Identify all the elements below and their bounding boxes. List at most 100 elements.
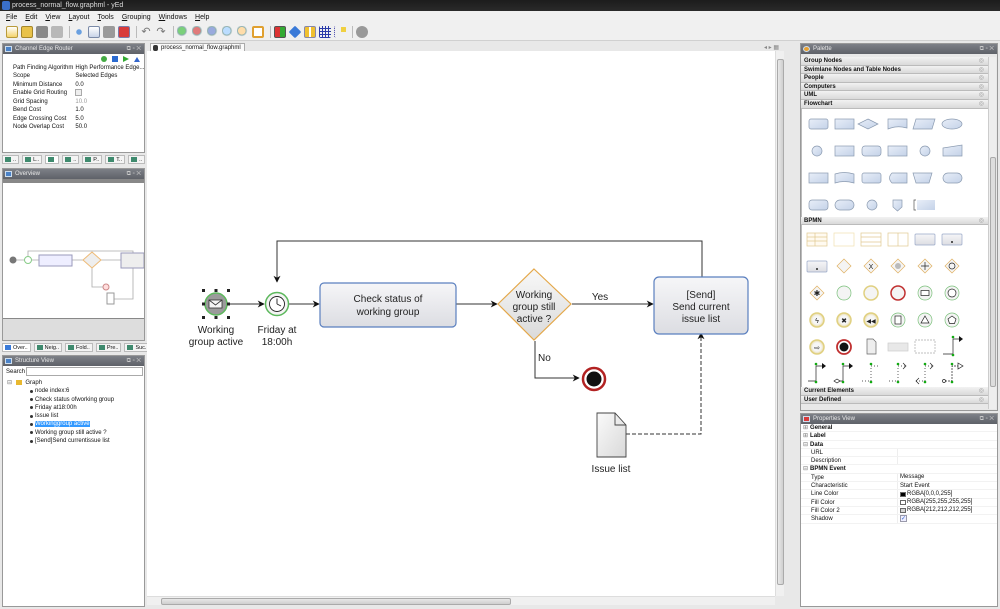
- palette-shape[interactable]: [889, 172, 908, 183]
- palette-shape[interactable]: [887, 118, 908, 130]
- vertical-scroll-thumb[interactable]: [777, 59, 784, 585]
- tool-tab-active[interactable]: [45, 155, 60, 164]
- tree-item[interactable]: [Send]Send currentissue list: [3, 437, 144, 445]
- tree-item[interactable]: Check status ofworking group: [3, 396, 144, 404]
- palette-section-flowchart[interactable]: Flowchart: [801, 99, 989, 109]
- overview-minimap[interactable]: [3, 183, 144, 318]
- palette-section-user-defined[interactable]: User Defined: [801, 395, 989, 405]
- panel-controls[interactable]: ⧉ ▫ ✕: [980, 414, 994, 424]
- palette-bpmn-bidirected-association[interactable]: [915, 362, 934, 385]
- zoom-in-icon[interactable]: [177, 25, 189, 38]
- zoom-out-icon[interactable]: [192, 25, 204, 38]
- open-folder-icon[interactable]: [21, 25, 33, 38]
- tool-tab[interactable]: T..: [105, 155, 126, 164]
- palette-bpmn-group[interactable]: [914, 339, 936, 354]
- menu-edit[interactable]: Edit: [25, 14, 37, 21]
- undo-icon[interactable]: ↶: [140, 26, 152, 38]
- palette-bpmn-columns[interactable]: [887, 232, 909, 247]
- palette-bpmn-directed-association[interactable]: [889, 362, 907, 384]
- palette-bpmn-message-event[interactable]: [917, 285, 933, 301]
- palette-bpmn-cancel-event[interactable]: ✖: [836, 312, 852, 328]
- grid-routing-checkbox[interactable]: [75, 88, 83, 96]
- tool-tab[interactable]: ..: [2, 155, 20, 164]
- palette-shape[interactable]: [941, 118, 963, 129]
- panel-controls[interactable]: ⧉ ▫ ✕: [127, 44, 141, 54]
- palette-shape[interactable]: [811, 145, 823, 156]
- redo-icon[interactable]: ↷: [155, 26, 167, 38]
- copy-icon[interactable]: [88, 25, 100, 38]
- horizontal-scroll-thumb[interactable]: [161, 598, 511, 605]
- tree-item[interactable]: Issue list: [3, 412, 144, 420]
- palette-bpmn-pool-table[interactable]: [806, 232, 828, 247]
- palette-bpmn-link-event[interactable]: ⇨: [809, 339, 825, 355]
- zoom-icon[interactable]: [222, 25, 234, 38]
- tree-item[interactable]: node index:6: [3, 387, 144, 395]
- tab-nav-controls[interactable]: ◂ ▸ ▦: [764, 44, 779, 51]
- zoom-area-icon[interactable]: [237, 25, 249, 38]
- hub-icon[interactable]: [356, 25, 368, 38]
- help-icon[interactable]: [101, 56, 107, 62]
- edit-mode-icon[interactable]: [274, 25, 286, 38]
- palette-section-current-elements[interactable]: Current Elements: [801, 387, 989, 396]
- paste-icon[interactable]: [103, 25, 115, 38]
- palette-bpmn-event-gateway[interactable]: [944, 258, 960, 274]
- group-label[interactable]: Label: [801, 432, 826, 439]
- palette-shape[interactable]: [942, 172, 963, 183]
- palette-bpmn-multiple-event[interactable]: [944, 312, 960, 328]
- collapse-icon[interactable]: [134, 56, 140, 62]
- palette-bpmn-multiple-gateway[interactable]: ✱: [809, 285, 825, 301]
- menu-file[interactable]: File: [6, 14, 17, 21]
- palette-bpmn-compensation-event[interactable]: ◀◀: [863, 312, 879, 328]
- palette-shape[interactable]: [834, 171, 855, 184]
- tab-folding[interactable]: Fold..: [65, 343, 93, 352]
- palette-shape[interactable]: [834, 199, 855, 210]
- canvas-horizontal-scrollbar[interactable]: [147, 596, 775, 605]
- fill-color-field[interactable]: RGBA[255,255,255,255]: [897, 498, 997, 506]
- group-icon[interactable]: [288, 25, 302, 38]
- palette-bpmn-task[interactable]: [914, 233, 936, 246]
- tool-tab[interactable]: L..: [22, 155, 43, 164]
- group-data[interactable]: Data: [801, 441, 823, 448]
- tab-overview[interactable]: Over..: [2, 343, 31, 352]
- tree-item[interactable]: Working group still active ?: [3, 429, 144, 437]
- palette-bpmn-parallel-gateway[interactable]: [917, 258, 933, 274]
- palette-section-bpmn[interactable]: BPMN: [801, 216, 989, 226]
- palette-bpmn-gateway[interactable]: [836, 258, 852, 274]
- palette-bpmn-lanes[interactable]: [860, 232, 882, 247]
- palette-bpmn-complex-gateway[interactable]: [890, 258, 906, 274]
- cut-icon[interactable]: [73, 25, 85, 38]
- grid-icon[interactable]: [319, 25, 331, 38]
- palette-bpmn-data-object[interactable]: [866, 338, 877, 355]
- palette-shape[interactable]: [808, 172, 829, 183]
- save-icon[interactable]: [36, 25, 48, 38]
- palette-bpmn-collapsed-subprocess[interactable]: [806, 260, 828, 273]
- tab-predecessors[interactable]: Pre..: [95, 343, 122, 352]
- palette-bpmn-end-event[interactable]: [890, 285, 906, 301]
- palette-scroll-thumb[interactable]: [990, 157, 996, 387]
- palette-bpmn-pool[interactable]: [833, 232, 855, 247]
- canvas-vertical-scrollbar[interactable]: [775, 51, 784, 596]
- palette-bpmn-intermediate-event[interactable]: [863, 285, 879, 301]
- palette-shape[interactable]: [808, 199, 829, 210]
- menu-grouping[interactable]: Grouping: [122, 14, 151, 21]
- group-bpmn-event[interactable]: BPMN Event: [801, 465, 846, 472]
- palette-section-swimlane[interactable]: Swimlane Nodes and Table Nodes: [801, 65, 989, 75]
- tree-root[interactable]: ⊟ Graph: [3, 379, 144, 387]
- palette-section-uml[interactable]: UML: [801, 91, 989, 100]
- palette-shape[interactable]: [834, 118, 855, 129]
- palette-scrollbar[interactable]: [988, 57, 996, 409]
- palette-section-people[interactable]: People: [801, 74, 989, 83]
- panel-controls[interactable]: ⧉ ▫ ✕: [127, 169, 141, 179]
- palette-section-group-nodes[interactable]: Group Nodes: [801, 57, 989, 66]
- fill-color-2-field[interactable]: RGBA[212,212,212,255]: [897, 506, 997, 515]
- url-field[interactable]: [897, 448, 997, 457]
- palette-bpmn-message-flow[interactable]: [942, 362, 964, 384]
- print-icon[interactable]: [51, 25, 63, 38]
- snap-icon[interactable]: [334, 25, 346, 38]
- line-color-field[interactable]: RGBA[0,0,0,255]: [897, 490, 997, 498]
- new-document-icon[interactable]: [6, 25, 18, 38]
- tool-tab[interactable]: ..: [62, 155, 80, 164]
- type-field[interactable]: Message: [897, 473, 997, 482]
- characteristic-field[interactable]: Start Event: [897, 482, 997, 490]
- palette-shape[interactable]: [857, 118, 879, 129]
